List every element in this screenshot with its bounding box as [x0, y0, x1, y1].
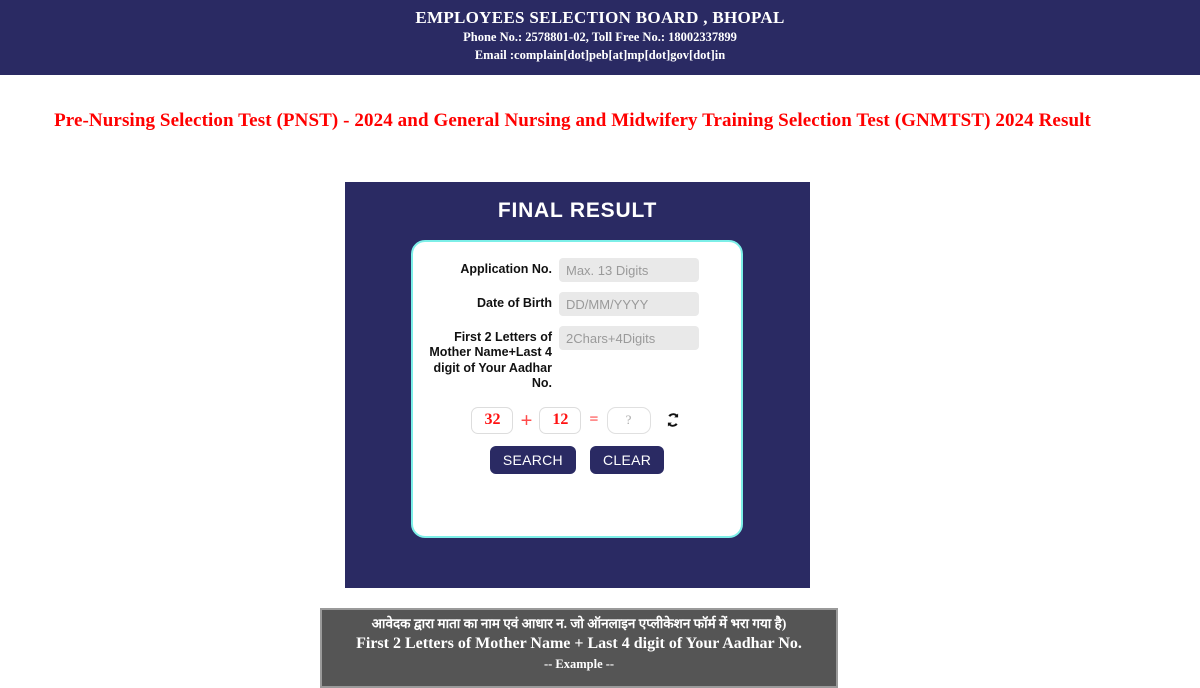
form-button-row: SEARCH CLEAR	[413, 445, 741, 474]
mother-aadhar-label: First 2 Letters of Mother Name+Last 4 di…	[429, 330, 552, 391]
application-no-label: Application No.	[460, 262, 552, 276]
organization-title: EMPLOYEES SELECTION BOARD , BHOPAL	[415, 8, 785, 27]
date-of-birth-input[interactable]	[559, 292, 699, 316]
clear-button[interactable]: CLEAR	[589, 445, 665, 474]
search-button[interactable]: SEARCH	[489, 445, 576, 474]
captcha-answer-input[interactable]	[606, 406, 651, 434]
instruction-banner: आवेदक द्वारा माता का नाम एवं आधार न. जो …	[320, 608, 838, 688]
application-no-input[interactable]	[559, 258, 699, 282]
header-phone-line: Phone No.: 2578801-02, Toll Free No.: 18…	[463, 30, 737, 45]
date-of-birth-label: Date of Birth	[477, 296, 552, 310]
instruction-hindi-line: आवेदक द्वारा माता का नाम एवं आधार न. जो …	[371, 616, 787, 631]
field-row-application-no: Application No.	[413, 258, 741, 282]
instruction-english-line: First 2 Letters of Mother Name + Last 4 …	[356, 635, 802, 653]
result-search-form: Application No. Date of Birth First 2 Le…	[411, 240, 743, 538]
final-result-panel: FINAL RESULT Application No. Date of Bir…	[345, 182, 810, 588]
captcha-row: 32 + 12 =	[413, 406, 741, 434]
site-header: EMPLOYEES SELECTION BOARD , BHOPAL Phone…	[0, 0, 1200, 75]
refresh-icon[interactable]	[663, 410, 683, 430]
captcha-operator: +	[520, 407, 533, 432]
panel-heading: FINAL RESULT	[497, 199, 658, 222]
captcha-operand-1: 32	[471, 406, 514, 434]
captcha-operand-2: 12	[539, 406, 582, 434]
field-row-date-of-birth: Date of Birth	[413, 292, 741, 316]
mother-aadhar-input[interactable]	[559, 326, 699, 350]
field-row-mother-aadhar: First 2 Letters of Mother Name+Last 4 di…	[413, 326, 741, 392]
captcha-equals-sign: =	[589, 411, 599, 428]
instruction-example-line: -- Example --	[543, 656, 615, 671]
header-email-line: Email :complain[dot]peb[at]mp[dot]gov[do…	[474, 48, 726, 63]
page-title: Pre-Nursing Selection Test (PNST) - 2024…	[54, 110, 1091, 131]
